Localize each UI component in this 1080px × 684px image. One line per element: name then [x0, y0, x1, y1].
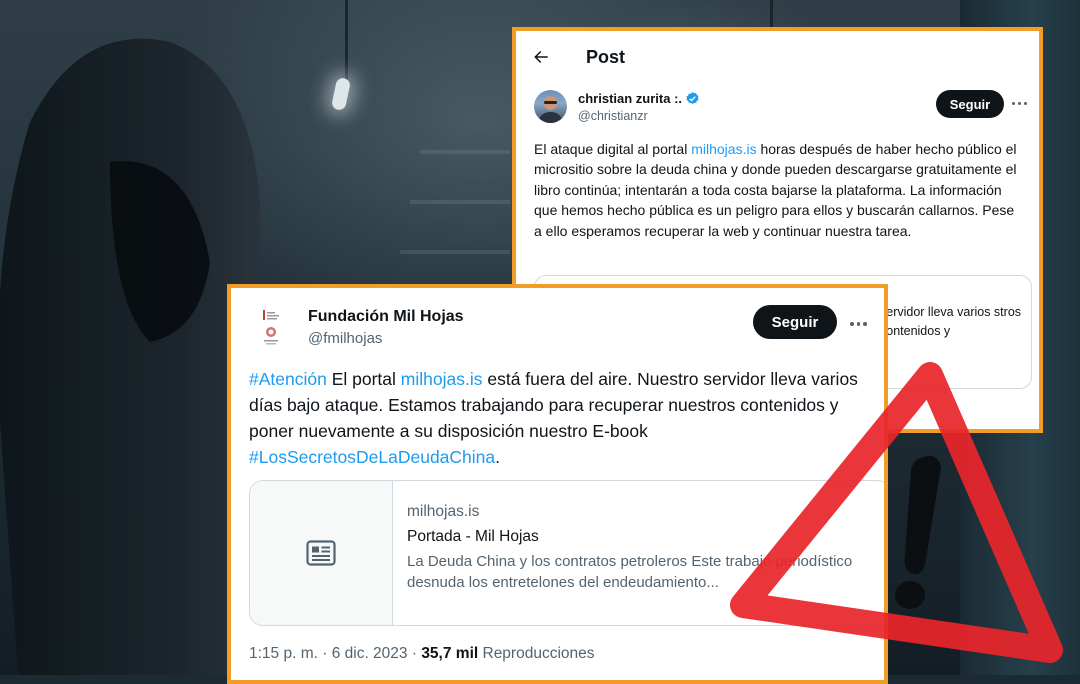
background-slat [400, 250, 510, 254]
tweet-text: El ataque digital al portal milhojas.is … [534, 139, 1024, 241]
tweet-link[interactable]: milhojas.is [401, 369, 483, 389]
more-options-icon[interactable] [1012, 102, 1027, 105]
hashtag[interactable]: #Atención [249, 369, 327, 389]
back-arrow-icon[interactable] [530, 46, 552, 68]
more-options-icon[interactable] [850, 322, 867, 326]
author-name[interactable]: christian zurita :. [578, 91, 682, 106]
avatar[interactable] [257, 308, 285, 348]
views-label: Reproducciones [478, 645, 595, 662]
background-cable [770, 0, 773, 28]
tweet-text-part: El portal [326, 369, 401, 389]
link-preview-domain: milhojas.is [407, 503, 480, 520]
background-slat [410, 200, 510, 204]
link-preview-thumbnail [250, 481, 393, 625]
quoted-tweet-text: servidor lleva varios stros contenidos y [880, 305, 1022, 338]
background-cable [345, 0, 348, 80]
tweet-metadata: 1:15 p. m. · 6 dic. 2023 · 35,7 mil Repr… [249, 645, 595, 663]
verified-badge-icon [686, 91, 699, 104]
follow-button[interactable]: Seguir [753, 305, 837, 339]
page-title: Post [586, 46, 626, 67]
author-handle[interactable]: @christianzr [578, 109, 648, 123]
background-light-bulb [330, 76, 352, 112]
background-slat [420, 150, 510, 154]
views-count: 35,7 mil [421, 645, 479, 662]
tweet-text-part: . [495, 447, 501, 467]
post-header: Post [530, 43, 625, 71]
avatar[interactable] [534, 90, 567, 123]
link-preview-title: Portada - Mil Hojas [407, 528, 539, 545]
article-icon [306, 540, 336, 566]
timestamp[interactable]: 1:15 p. m. · 6 dic. 2023 · [249, 645, 421, 662]
author-row: christian zurita :. [578, 91, 700, 106]
author-name[interactable]: Fundación Mil Hojas [308, 308, 464, 326]
author-handle[interactable]: @fmilhojas [308, 330, 382, 347]
warning-sign-icon [725, 355, 1070, 675]
hashtag[interactable]: #LosSecretosDeLaDeudaChina [249, 447, 495, 467]
tweet-text-part: El ataque digital al portal [534, 141, 692, 157]
tweet-link[interactable]: milhojas.is [691, 141, 756, 157]
follow-button[interactable]: Seguir [936, 90, 1004, 118]
